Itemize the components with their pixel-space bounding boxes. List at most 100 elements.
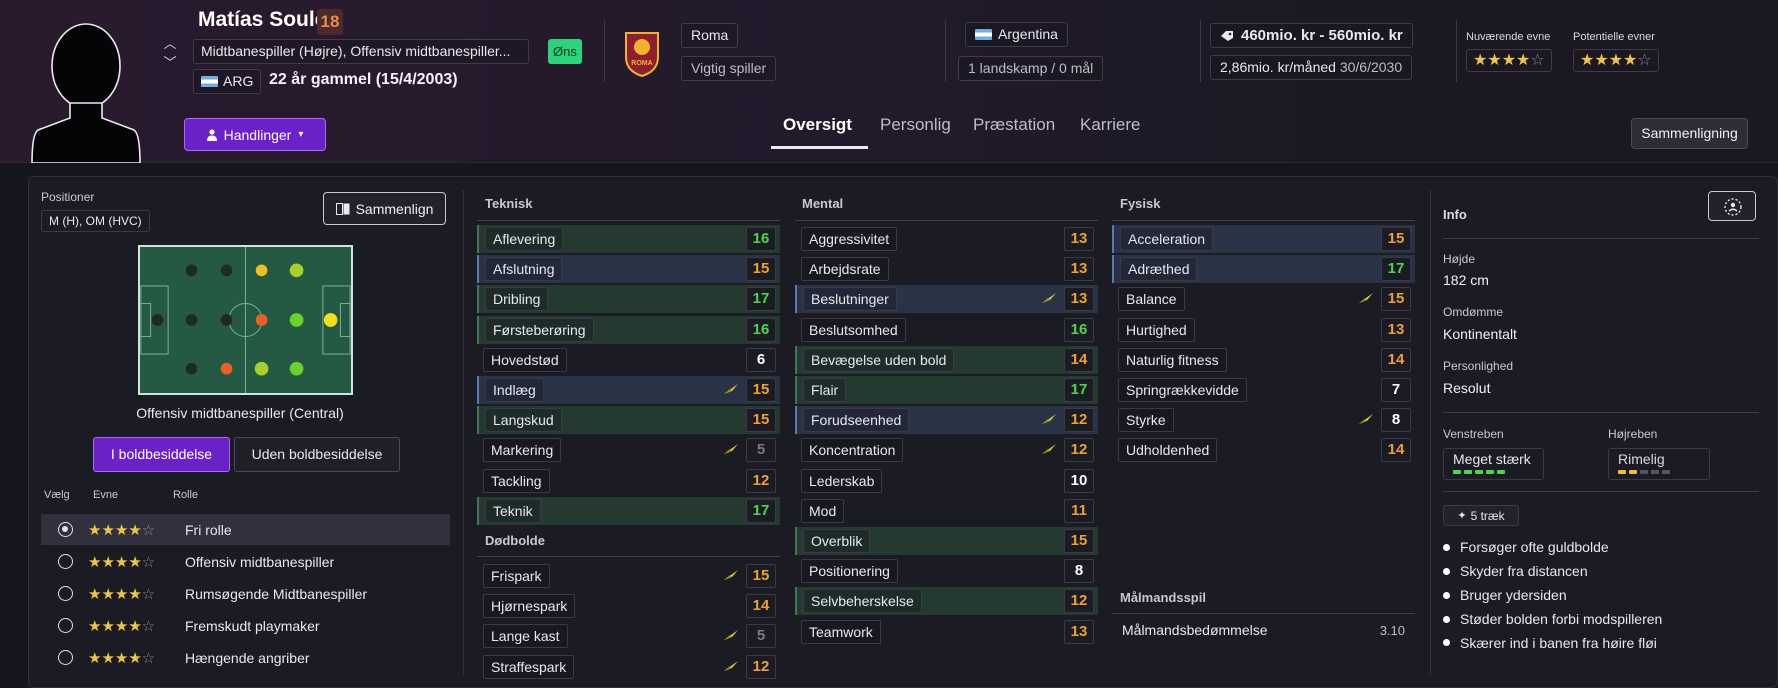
wanted-badge[interactable]: Øns — [548, 39, 582, 64]
role-radio[interactable] — [58, 554, 73, 569]
attribute-row[interactable]: Flair 17 — [795, 376, 1098, 404]
argentina-flag-icon — [201, 76, 218, 87]
attribute-value: 15 — [746, 408, 776, 433]
role-row[interactable]: ★★★★☆ Hængende angriber — [41, 642, 450, 673]
position-dots — [151, 263, 338, 376]
attribute-row[interactable]: Straffespark 12 — [477, 653, 780, 681]
role-radio[interactable] — [58, 586, 73, 601]
role-row[interactable]: ★★★★☆ Fremskudt playmaker — [41, 610, 450, 641]
attribute-row[interactable]: Mod 11 — [795, 497, 1098, 525]
left-foot-value: Meget stærk — [1453, 451, 1531, 467]
player-name: Matías Soulé — [198, 8, 327, 31]
attribute-row[interactable]: Dribling 17 — [477, 285, 780, 314]
trait-item: Bruger ydersiden — [1443, 587, 1567, 603]
attribute-row[interactable]: Frispark 15 — [477, 562, 780, 590]
attribute-row[interactable]: Positionering 8 — [795, 557, 1098, 585]
actions-button[interactable]: Handlinger ▾ — [184, 118, 326, 151]
attribute-row[interactable]: Balance 15 — [1112, 285, 1415, 313]
right-foot-bars — [1618, 470, 1700, 474]
attribute-row[interactable]: Førsteberøring 16 — [477, 315, 780, 344]
attribute-row[interactable]: Markering 5 — [477, 436, 780, 464]
attribute-row[interactable]: Teknik 17 — [477, 496, 780, 525]
role-radio[interactable] — [58, 522, 73, 537]
attribute-value: 15 — [1381, 227, 1411, 251]
trait-item: Skyder fra distancen — [1443, 563, 1588, 579]
position-pitch[interactable] — [138, 245, 353, 395]
info-settings-button[interactable] — [1708, 191, 1756, 221]
tab-career[interactable]: Karriere — [1080, 115, 1140, 135]
attribute-value: 13 — [1064, 227, 1094, 251]
trait-text: Skærer ind i banen fra høire fløi — [1460, 635, 1657, 649]
attribute-row[interactable]: Adræthed 17 — [1112, 255, 1415, 284]
attribute-value: 13 — [1381, 317, 1411, 342]
player-positions[interactable]: Midtbanespiller (Højre), Offensiv midtba… — [193, 39, 529, 64]
role-row[interactable]: ★★★★☆ Rumsøgende Midtbanespiller — [41, 578, 450, 609]
attribute-row[interactable]: Springrækkevidde 7 — [1112, 376, 1415, 404]
attribute-row[interactable]: Indlæg 15 — [477, 376, 780, 404]
trait-text: Bruger ydersiden — [1460, 587, 1567, 603]
next-player-icon[interactable]: ﹀ — [163, 52, 177, 71]
trait-item: Skærer ind i banen fra høire fløi — [1443, 635, 1657, 649]
reputation-value: Kontinentalt — [1443, 326, 1517, 342]
previous-player-icon[interactable]: ︿ — [163, 33, 177, 52]
attribute-row[interactable]: Forudseenhed 12 — [795, 406, 1098, 435]
attribute-row[interactable]: Aflevering 16 — [477, 225, 780, 253]
attribute-row[interactable]: Overblik 15 — [795, 527, 1098, 555]
tab-personal[interactable]: Personlig — [880, 115, 951, 135]
role-name: Offensiv midtbanespiller — [185, 553, 335, 570]
attribute-row[interactable]: Lange kast 5 — [477, 622, 780, 650]
attribute-name: Forudseenhed — [803, 408, 910, 433]
role-row[interactable]: ★★★★☆ Offensiv midtbanespiller — [41, 546, 450, 577]
role-name: Fri rolle — [185, 521, 232, 538]
role-row[interactable]: ★★★★☆ Fri rolle — [41, 514, 450, 545]
attribute-value: 17 — [1064, 378, 1094, 402]
role-radio[interactable] — [58, 618, 73, 633]
attribute-row[interactable]: Langskud 15 — [477, 406, 780, 435]
contract-expiry: 30/6/2030 — [1339, 59, 1403, 75]
attribute-row[interactable]: Aggressivitet 13 — [795, 225, 1098, 253]
attribute-row[interactable]: Lederskab 10 — [795, 467, 1098, 495]
attribute-name: Førsteberøring — [485, 317, 594, 342]
in-possession-toggle[interactable]: I boldbesiddelse — [93, 437, 230, 472]
price-tag-icon — [1221, 30, 1233, 41]
training-focus-icon — [1042, 414, 1056, 425]
attribute-row[interactable]: Beslutsomhed 16 — [795, 316, 1098, 344]
attribute-name: Adræthed — [1120, 257, 1198, 282]
attribute-value: 7 — [1381, 378, 1411, 402]
attribute-row[interactable]: Styrke 8 — [1112, 406, 1415, 434]
transfer-value-box[interactable]: 460mio. kr - 560mio. kr — [1210, 23, 1413, 48]
attribute-row[interactable]: Teamwork 13 — [795, 618, 1098, 646]
attribute-row[interactable]: Beslutninger 13 — [795, 285, 1098, 314]
comparison-button[interactable]: Sammenligning — [1631, 118, 1748, 149]
attribute-row[interactable]: Naturlig fitness 14 — [1112, 346, 1415, 374]
attribute-row[interactable]: Acceleration 15 — [1112, 225, 1415, 253]
tab-overview[interactable]: Oversigt — [783, 115, 852, 135]
left-foot-bars — [1453, 470, 1534, 474]
out-of-possession-toggle[interactable]: Uden boldbesiddelse — [234, 437, 400, 472]
attribute-name: Selvbeherskelse — [803, 589, 922, 614]
attribute-row[interactable]: Selvbeherskelse 12 — [795, 587, 1098, 616]
nation-box[interactable]: Argentina — [965, 22, 1068, 47]
nationality-box[interactable]: ARG — [193, 69, 262, 94]
attribute-row[interactable]: Afslutning 15 — [477, 255, 780, 284]
attribute-row[interactable]: Koncentration 12 — [795, 436, 1098, 464]
tab-performance[interactable]: Præstation — [973, 115, 1055, 135]
club-name[interactable]: Roma — [681, 23, 739, 48]
personality-label: Personlighed — [1443, 359, 1514, 373]
attribute-value: 17 — [1381, 257, 1411, 282]
attribute-row[interactable]: Udholdenhed 14 — [1112, 436, 1415, 464]
attribute-value: 17 — [746, 287, 776, 312]
attribute-row[interactable]: Hovedstød 6 — [477, 346, 780, 374]
attribute-row[interactable]: Hurtighed 13 — [1112, 316, 1415, 344]
attribute-name: Aflevering — [485, 227, 564, 251]
attribute-row[interactable]: Tackling 12 — [477, 467, 780, 495]
compare-button[interactable]: Sammenlign — [323, 192, 446, 225]
attribute-row[interactable]: Hjørnespark 14 — [477, 592, 780, 620]
attribute-value: 10 — [1064, 468, 1094, 493]
attribute-row[interactable]: Arbejdsrate 13 — [795, 255, 1098, 283]
role-stars: ★★★★☆ — [88, 585, 156, 603]
traits-button[interactable]: ✦ 5 træk — [1443, 505, 1519, 526]
role-radio[interactable] — [58, 650, 73, 665]
club-crest-icon[interactable]: ROMA — [622, 27, 662, 77]
attribute-row[interactable]: Bevægelse uden bold 14 — [795, 345, 1098, 374]
